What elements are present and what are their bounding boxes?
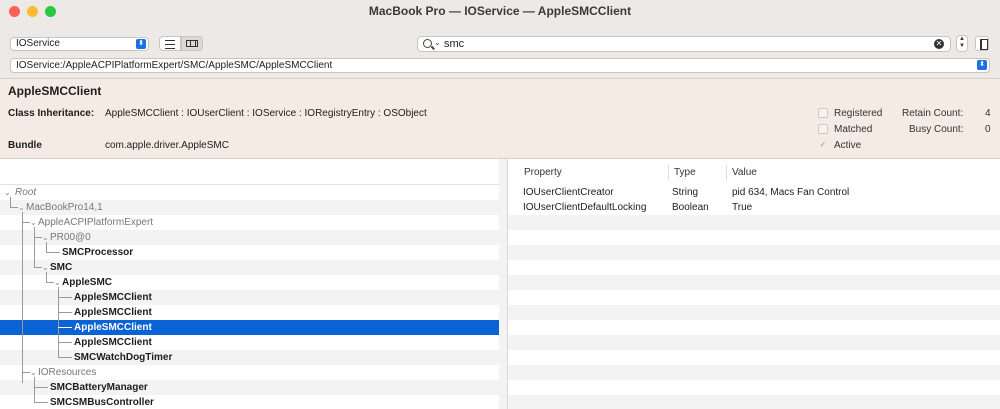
pane-splitter[interactable] [499,159,508,409]
title-bar: MacBook Pro — IOService — AppleSMCClient [0,0,1000,22]
list-view-button[interactable] [159,36,181,51]
property-value: pid 634, Macs Fan Control [732,187,850,198]
tree-row[interactable]: AppleSMCClient [0,305,499,320]
tree-connector [58,327,72,328]
path-popup[interactable]: IOService:/AppleACPIPlatformExpert/SMC/A… [10,58,990,73]
tree-row[interactable]: ⌄ MacBookPro14,1 [0,200,499,215]
tree-connector [46,242,47,252]
active-label: Active [834,140,862,151]
column-divider[interactable] [668,165,669,180]
column-header-type[interactable]: Type [674,159,696,184]
empty-row [508,365,1000,380]
tree-row[interactable]: SMCWatchDogTimer [0,350,499,365]
tree-connector [34,387,48,388]
plane-popup-label: IOService [16,38,60,49]
column-header-value[interactable]: Value [732,159,757,184]
tree-connector [46,272,47,282]
busy-count-label: Busy Count: [909,124,964,135]
bundle-label: Bundle [8,140,42,151]
tree-connector [10,207,18,208]
inheritance-value: AppleSMCClient : IOUserClient : IOServic… [105,108,427,119]
inspector-toggle-button[interactable] [975,36,989,51]
empty-row [508,335,1000,350]
column-divider[interactable] [726,165,727,180]
column-header-property[interactable]: Property [524,159,562,184]
property-type: Boolean [672,202,709,213]
path-text: IOService:/AppleACPIPlatformExpert/SMC/A… [16,60,333,71]
tree-row-selected[interactable]: AppleSMCClient [0,320,499,335]
empty-row [508,275,1000,290]
tree-connector [58,357,72,358]
tree-connector [46,252,60,253]
properties-table[interactable]: Property Type Value IOUserClientCreator … [508,159,1000,409]
plane-popup[interactable]: IOService ⬍ [10,37,149,51]
popup-arrows-icon: ⬍ [136,39,146,49]
registered-label: Registered [834,108,883,119]
registry-tree[interactable]: ⌄ Root ⌄ MacBookPro14,1 ⌄ AppleACPIPlatf… [0,159,500,409]
active-checkbox: ✓ [819,140,827,149]
empty-row [508,230,1000,245]
property-type: String [672,187,699,198]
tree-row[interactable]: ⌄ AppleACPIPlatformExpert [0,215,499,230]
bundle-value: com.apple.driver.AppleSMC [105,140,229,151]
matched-checkbox [818,124,828,134]
retain-count-label: Retain Count: [902,108,964,119]
tree-row[interactable]: AppleSMCClient [0,290,499,305]
empty-row [508,350,1000,365]
inheritance-label: Class Inheritance: [8,108,95,119]
search-stepper[interactable]: ▲ ▼ [956,35,968,52]
empty-row [508,395,1000,409]
tree-row[interactable]: SMCSMBusController [0,395,499,409]
tree-row[interactable]: ⌄ PR00@0 [0,230,499,245]
tree-connector [46,282,54,283]
tree-row[interactable]: SMCProcessor [0,245,499,260]
tree-row[interactable]: AppleSMCClient [0,335,499,350]
property-name: IOUserClientDefaultLocking [523,202,647,213]
search-field[interactable]: ⌄ smc ✕ [417,36,951,52]
property-row[interactable]: IOUserClientCreator String pid 634, Macs… [508,185,1000,200]
columns-icon [186,40,198,47]
tree-connector [58,312,72,313]
tree-connector [22,212,23,383]
tree-row[interactable]: ⌄ AppleSMC [0,275,499,290]
busy-count-value: 0 [985,124,991,135]
empty-row [508,260,1000,275]
tree-connector [10,197,11,207]
path-popup-arrows-icon: ⬍ [977,60,987,70]
tree-connector [58,342,72,343]
tree-connector [34,377,35,402]
class-title: AppleSMCClient [8,84,102,98]
empty-row [508,320,1000,335]
empty-row [508,245,1000,260]
property-name: IOUserClientCreator [523,187,614,198]
property-row[interactable]: IOUserClientDefaultLocking Boolean True [508,200,1000,215]
tree-connector [34,402,48,403]
empty-row [508,290,1000,305]
tree-connector [34,227,35,268]
tree-connector [34,267,42,268]
retain-count-value: 4 [985,108,991,119]
tree-row[interactable]: ⌄ SMC [0,260,499,275]
empty-row [508,380,1000,395]
tree-row[interactable]: ⌄ IOResources [0,365,499,380]
tree-header [0,159,499,185]
tree-row[interactable]: ⌄ Root [0,185,499,200]
empty-row [508,305,1000,320]
clear-search-icon[interactable]: ✕ [934,39,944,49]
tree-row[interactable]: SMCBatteryManager [0,380,499,395]
matched-label: Matched [834,124,873,135]
window-title: MacBook Pro — IOService — AppleSMCClient [368,4,632,18]
empty-row [508,215,1000,230]
tree-connector [34,237,42,238]
tree-connector [22,372,30,373]
list-icon [165,40,175,49]
tree-connector [22,222,30,223]
property-value: True [732,202,753,213]
tree-connector [58,297,72,298]
search-input[interactable]: smc [444,38,464,50]
registered-checkbox [818,108,828,118]
search-options-chevron-icon[interactable]: ⌄ [434,38,441,47]
search-icon [423,39,432,48]
column-view-button[interactable] [181,36,203,51]
